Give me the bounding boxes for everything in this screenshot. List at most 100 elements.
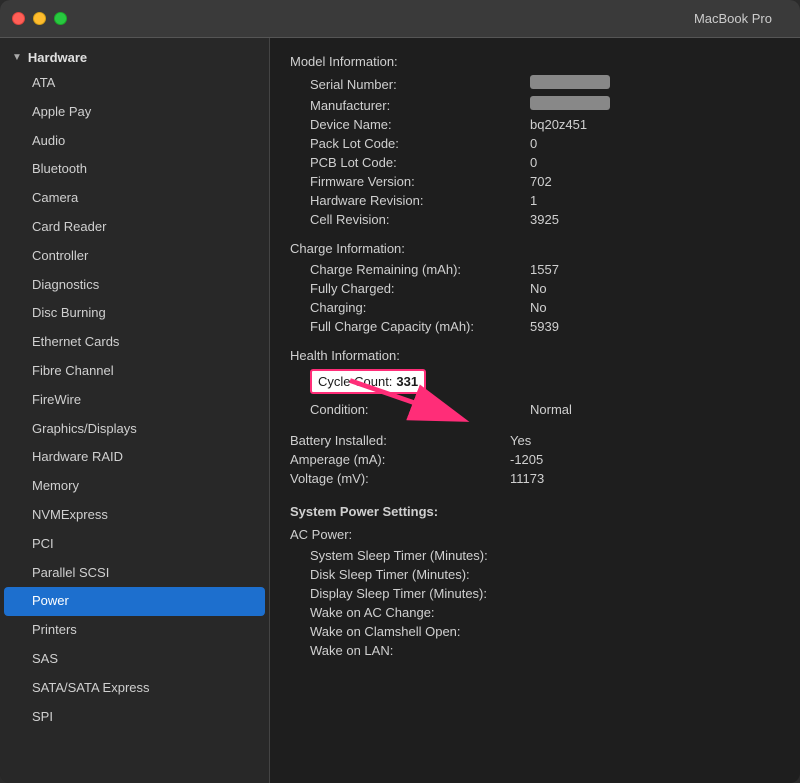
pcb-lot-code-value: 0 bbox=[530, 155, 537, 170]
sidebar-item-nvmexpress[interactable]: NVMExpress bbox=[0, 501, 269, 530]
model-information-section: Model Information: Serial Number: Manufa… bbox=[290, 54, 780, 229]
amperage-label: Amperage (mA): bbox=[290, 452, 510, 467]
charge-information-section: Charge Information: Charge Remaining (mA… bbox=[290, 241, 780, 336]
sidebar-item-ethernet-cards[interactable]: Ethernet Cards bbox=[0, 328, 269, 357]
device-name-row: Device Name: bq20z451 bbox=[310, 115, 780, 134]
battery-installed-value: Yes bbox=[510, 433, 531, 448]
traffic-lights bbox=[12, 12, 67, 25]
sidebar-item-memory[interactable]: Memory bbox=[0, 472, 269, 501]
system-power-settings-title: System Power Settings: bbox=[290, 504, 780, 519]
sidebar-item-audio[interactable]: Audio bbox=[0, 127, 269, 156]
voltage-row: Voltage (mV): 11173 bbox=[290, 469, 780, 488]
condition-row: Condition: Normal bbox=[310, 400, 780, 419]
pack-lot-code-row: Pack Lot Code: 0 bbox=[310, 134, 780, 153]
wake-on-clamshell-row: Wake on Clamshell Open: bbox=[310, 622, 780, 641]
wake-on-lan-label: Wake on LAN: bbox=[310, 643, 530, 658]
hardware-revision-value: 1 bbox=[530, 193, 537, 208]
sidebar-item-sata-express[interactable]: SATA/SATA Express bbox=[0, 674, 269, 703]
charge-remaining-row: Charge Remaining (mAh): 1557 bbox=[310, 260, 780, 279]
device-name-label: Device Name: bbox=[310, 117, 530, 132]
sidebar: ▼ Hardware ATA Apple Pay Audio Bluetooth… bbox=[0, 38, 270, 783]
cell-revision-row: Cell Revision: 3925 bbox=[310, 210, 780, 229]
system-power-section: System Power Settings: AC Power: System … bbox=[290, 504, 780, 660]
charging-label: Charging: bbox=[310, 300, 530, 315]
condition-value: Normal bbox=[530, 402, 572, 417]
battery-info-section: Battery Installed: Yes Amperage (mA): -1… bbox=[290, 431, 780, 488]
cycle-count-label: Cycle Count: bbox=[318, 374, 392, 389]
sidebar-item-pci[interactable]: PCI bbox=[0, 530, 269, 559]
cell-revision-value: 3925 bbox=[530, 212, 559, 227]
disk-sleep-timer-label: Disk Sleep Timer (Minutes): bbox=[310, 567, 530, 582]
full-charge-capacity-label: Full Charge Capacity (mAh): bbox=[310, 319, 530, 334]
fully-charged-row: Fully Charged: No bbox=[310, 279, 780, 298]
content-area: ▼ Hardware ATA Apple Pay Audio Bluetooth… bbox=[0, 38, 800, 783]
condition-label: Condition: bbox=[310, 402, 530, 417]
close-button[interactable] bbox=[12, 12, 25, 25]
battery-installed-row: Battery Installed: Yes bbox=[290, 431, 780, 450]
battery-installed-label: Battery Installed: bbox=[290, 433, 510, 448]
sidebar-item-hardware-raid[interactable]: Hardware RAID bbox=[0, 443, 269, 472]
pcb-lot-code-label: PCB Lot Code: bbox=[310, 155, 530, 170]
wake-on-lan-row: Wake on LAN: bbox=[310, 641, 780, 660]
sidebar-item-controller[interactable]: Controller bbox=[0, 242, 269, 271]
wake-on-ac-label: Wake on AC Change: bbox=[310, 605, 530, 620]
sidebar-item-ata[interactable]: ATA bbox=[0, 69, 269, 98]
main-wrapper: Model Information: Serial Number: Manufa… bbox=[270, 38, 800, 783]
charging-value: No bbox=[530, 300, 547, 315]
disk-sleep-timer-row: Disk Sleep Timer (Minutes): bbox=[310, 565, 780, 584]
health-information-section: Health Information: Cycle Count: 331 Con… bbox=[290, 348, 780, 419]
charge-remaining-label: Charge Remaining (mAh): bbox=[310, 262, 530, 277]
manufacturer-value bbox=[530, 96, 610, 110]
sidebar-item-printers[interactable]: Printers bbox=[0, 616, 269, 645]
voltage-value: 11173 bbox=[510, 471, 544, 486]
titlebar: MacBook Pro bbox=[0, 0, 800, 38]
manufacturer-row: Manufacturer: bbox=[310, 94, 780, 115]
main-content: Model Information: Serial Number: Manufa… bbox=[270, 38, 800, 688]
pcb-lot-code-row: PCB Lot Code: 0 bbox=[310, 153, 780, 172]
sidebar-item-diagnostics[interactable]: Diagnostics bbox=[0, 271, 269, 300]
health-information-title: Health Information: bbox=[290, 348, 780, 363]
sidebar-item-disc-burning[interactable]: Disc Burning bbox=[0, 299, 269, 328]
hardware-section-header[interactable]: ▼ Hardware bbox=[0, 46, 269, 69]
charge-information-title: Charge Information: bbox=[290, 241, 780, 256]
charging-row: Charging: No bbox=[310, 298, 780, 317]
section-arrow-icon: ▼ bbox=[12, 52, 22, 63]
sidebar-item-spi[interactable]: SPI bbox=[0, 703, 269, 732]
sidebar-item-fibre-channel[interactable]: Fibre Channel bbox=[0, 357, 269, 386]
device-name-value: bq20z451 bbox=[530, 117, 587, 132]
minimize-button[interactable] bbox=[33, 12, 46, 25]
sidebar-item-parallel-scsi[interactable]: Parallel SCSI bbox=[0, 559, 269, 588]
cycle-count-highlight-box: Cycle Count: 331 bbox=[310, 369, 426, 394]
fully-charged-value: No bbox=[530, 281, 547, 296]
charge-remaining-value: 1557 bbox=[530, 262, 559, 277]
firmware-version-row: Firmware Version: 702 bbox=[310, 172, 780, 191]
sidebar-item-firewire[interactable]: FireWire bbox=[0, 386, 269, 415]
cycle-count-highlighted-row: Cycle Count: 331 bbox=[310, 367, 780, 396]
amperage-value: -1205 bbox=[510, 452, 543, 467]
hardware-revision-label: Hardware Revision: bbox=[310, 193, 530, 208]
sidebar-item-power[interactable]: Power bbox=[4, 587, 265, 616]
firmware-version-value: 702 bbox=[530, 174, 552, 189]
model-information-title: Model Information: bbox=[290, 54, 780, 69]
serial-number-label: Serial Number: bbox=[310, 77, 530, 92]
maximize-button[interactable] bbox=[54, 12, 67, 25]
firmware-version-label: Firmware Version: bbox=[310, 174, 530, 189]
system-sleep-timer-label: System Sleep Timer (Minutes): bbox=[310, 548, 530, 563]
sidebar-item-sas[interactable]: SAS bbox=[0, 645, 269, 674]
amperage-row: Amperage (mA): -1205 bbox=[290, 450, 780, 469]
sidebar-item-bluetooth[interactable]: Bluetooth bbox=[0, 155, 269, 184]
sidebar-item-graphics-displays[interactable]: Graphics/Displays bbox=[0, 415, 269, 444]
full-charge-capacity-row: Full Charge Capacity (mAh): 5939 bbox=[310, 317, 780, 336]
sidebar-item-apple-pay[interactable]: Apple Pay bbox=[0, 98, 269, 127]
wake-on-clamshell-label: Wake on Clamshell Open: bbox=[310, 624, 530, 639]
serial-number-row: Serial Number: bbox=[310, 73, 780, 94]
hardware-revision-row: Hardware Revision: 1 bbox=[310, 191, 780, 210]
sidebar-item-camera[interactable]: Camera bbox=[0, 184, 269, 213]
full-charge-capacity-value: 5939 bbox=[530, 319, 559, 334]
ac-power-label: AC Power: bbox=[290, 527, 780, 542]
pack-lot-code-label: Pack Lot Code: bbox=[310, 136, 530, 151]
sidebar-item-card-reader[interactable]: Card Reader bbox=[0, 213, 269, 242]
display-sleep-timer-label: Display Sleep Timer (Minutes): bbox=[310, 586, 530, 601]
cell-revision-label: Cell Revision: bbox=[310, 212, 530, 227]
pack-lot-code-value: 0 bbox=[530, 136, 537, 151]
